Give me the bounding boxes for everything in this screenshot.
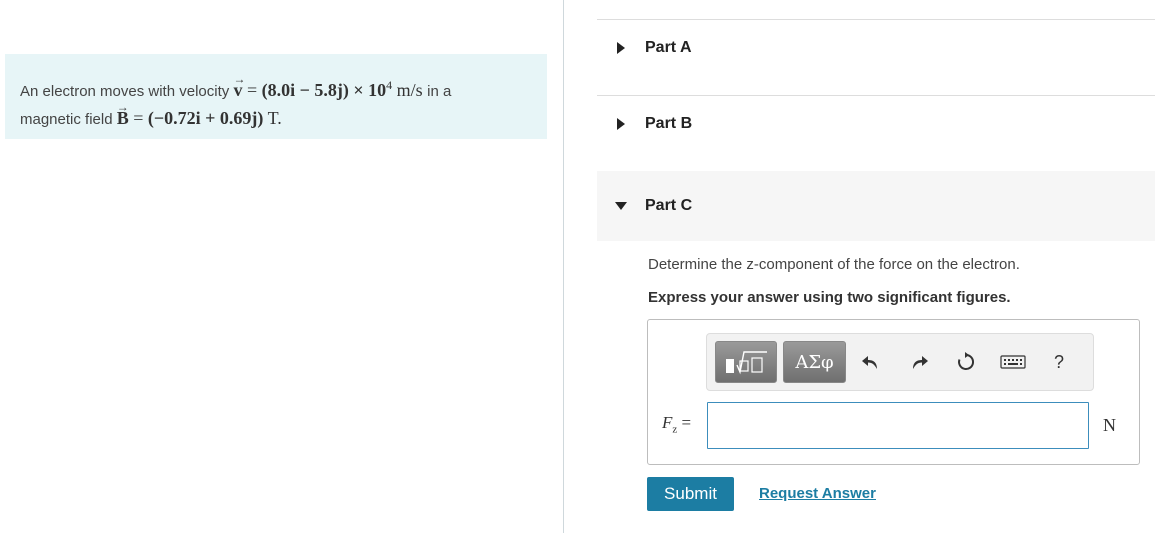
field-vector-symbol: → B [116,100,129,128]
problem-text-2: magnetic field [20,111,113,128]
greek-symbols-button[interactable]: ΑΣφ [783,341,846,383]
part-c-label: Part C [645,197,693,214]
undo-icon[interactable] [859,350,883,374]
redo-icon[interactable] [907,350,931,374]
part-c-header[interactable]: Part C [597,171,1155,241]
unit-label: N [1103,415,1116,435]
help-button[interactable]: ? [1049,350,1069,374]
submit-button[interactable]: Submit [647,477,734,511]
question-prompt: Determine the z-component of the force o… [648,256,1020,273]
column-divider [563,0,564,533]
templates-button[interactable] [715,341,777,383]
velocity-expression: → v = (8.0i − 5.8j) × 104 m/s [233,72,427,100]
math-toolbar: ΑΣφ ? [706,333,1094,391]
problem-line-1: An electron moves with velocity → v = (8.… [20,72,532,105]
reset-icon[interactable] [954,350,978,374]
answer-instruction: Express your answer using two significan… [648,289,1011,306]
problem-text-1-tail: in a [427,83,452,100]
variable-label: Fz = [662,413,692,436]
part-b-label: Part B [645,115,693,132]
collapse-triangle-icon [597,202,645,210]
expand-triangle-icon [597,42,645,54]
answer-box: ΑΣφ ? Fz = N [647,319,1140,465]
velocity-vector-symbol: → v [233,72,246,100]
field-expression: → B = (−0.72i + 0.69j) T. [116,100,282,128]
templates-icon [726,351,767,375]
part-a-label: Part A [645,39,692,56]
keyboard-icon[interactable] [999,350,1027,374]
part-a-header[interactable]: Part A [597,20,1155,76]
request-answer-link[interactable]: Request Answer [759,485,876,502]
expand-triangle-icon [597,118,645,130]
part-b-header[interactable]: Part B [597,96,1155,152]
problem-statement: An electron moves with velocity → v = (8.… [5,54,547,139]
answer-input[interactable] [707,402,1089,449]
problem-line-2: magnetic field → B = (−0.72i + 0.69j) T. [20,100,532,133]
